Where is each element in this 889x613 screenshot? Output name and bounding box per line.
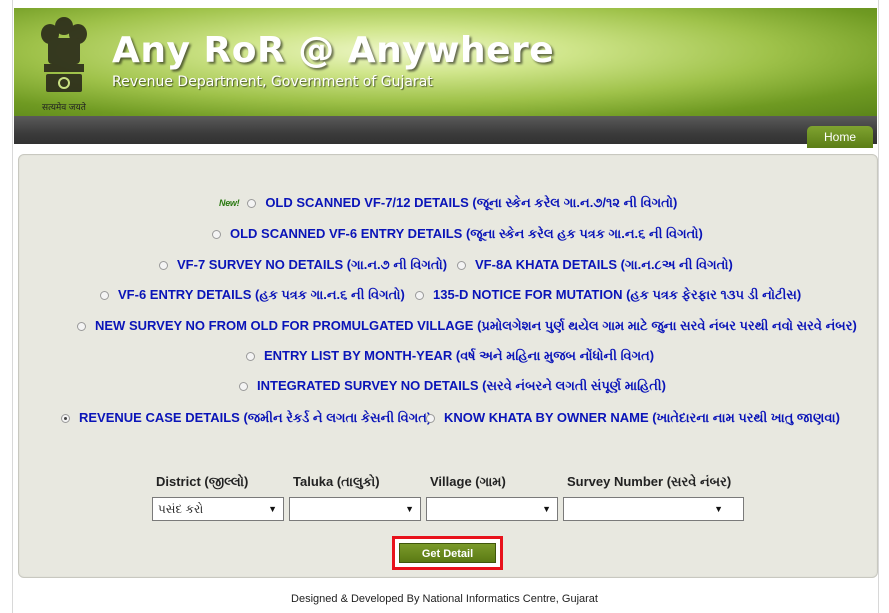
radio-khata-by-owner[interactable] <box>426 413 435 423</box>
option-old-scanned-vf6[interactable]: OLD SCANNED VF-6 ENTRY DETAILS (જૂના સ્ક… <box>212 226 703 242</box>
option-label[interactable]: REVENUE CASE DETAILS (જમીન રેકર્ડ ને લગત… <box>79 410 431 426</box>
taluka-label: Taluka (તાલુકો) <box>293 474 380 489</box>
option-135d-notice[interactable]: 135-D NOTICE FOR MUTATION (હક પત્રક ફેરફ… <box>415 287 801 303</box>
radio-new-survey-promulgated[interactable] <box>77 321 86 331</box>
get-detail-button[interactable]: Get Detail <box>399 543 496 563</box>
option-new-survey-promulgated[interactable]: NEW SURVEY NO FROM OLD FOR PROMULGATED V… <box>77 318 857 334</box>
footer-credit: Designed & Developed By National Informa… <box>291 593 598 605</box>
home-tab[interactable]: Home <box>807 126 873 148</box>
radio-vf6-entry[interactable] <box>100 290 109 300</box>
emblem-motto: सत्यमेव जयते <box>42 102 86 112</box>
radio-old-scanned-vf712[interactable] <box>247 198 257 208</box>
radio-integrated-survey[interactable] <box>239 381 248 391</box>
option-old-scanned-vf712[interactable]: New! OLD SCANNED VF-7/12 DETAILS (જૂના સ… <box>219 195 677 211</box>
option-label[interactable]: VF-8A KHATA DETAILS (ગા.ન.૮અ ની વિગતો) <box>475 257 733 273</box>
chevron-down-icon: ▼ <box>268 504 277 514</box>
nav-bar: Home <box>14 116 877 148</box>
taluka-select[interactable]: ▼ <box>289 497 421 521</box>
option-label[interactable]: KNOW KHATA BY OWNER NAME (ખાતેદારના નામ … <box>444 410 840 426</box>
chevron-down-icon: ▼ <box>542 504 551 514</box>
radio-vf7-survey[interactable] <box>159 260 168 270</box>
radio-entry-list-month-year[interactable] <box>246 351 255 361</box>
option-vf6-entry[interactable]: VF-6 ENTRY DETAILS (હક પત્રક ગા.ન.૬ ની વ… <box>100 287 405 303</box>
chevron-down-icon: ▼ <box>714 504 723 514</box>
radio-135d-notice[interactable] <box>415 290 424 300</box>
radio-revenue-case[interactable] <box>61 413 70 423</box>
option-label[interactable]: NEW SURVEY NO FROM OLD FOR PROMULGATED V… <box>95 318 857 334</box>
option-entry-list-month-year[interactable]: ENTRY LIST BY MONTH-YEAR (વર્ષ અને મહિના… <box>246 348 654 364</box>
option-label[interactable]: OLD SCANNED VF-6 ENTRY DETAILS (જૂના સ્ક… <box>230 226 703 242</box>
option-label[interactable]: 135-D NOTICE FOR MUTATION (હક પત્રક ફેરફ… <box>433 287 801 303</box>
nav-stripe <box>14 144 877 148</box>
district-label: District (જીલ્લો) <box>156 474 249 489</box>
option-integrated-survey[interactable]: INTEGRATED SURVEY NO DETAILS (સરવે નંબરન… <box>239 378 666 394</box>
survey-number-label: Survey Number (સરવે નંબર) <box>567 474 732 489</box>
radio-vf8a-khata[interactable] <box>457 260 466 270</box>
village-select[interactable]: ▼ <box>426 497 558 521</box>
app-subtitle: Revenue Department, Government of Gujara… <box>112 74 433 90</box>
option-vf7-survey[interactable]: VF-7 SURVEY NO DETAILS (ગા.ન.૭ ની વિગતો) <box>159 257 447 273</box>
option-label[interactable]: OLD SCANNED VF-7/12 DETAILS (જૂના સ્કેન … <box>265 195 677 211</box>
option-label[interactable]: ENTRY LIST BY MONTH-YEAR (વર્ષ અને મહિના… <box>264 348 654 364</box>
option-label[interactable]: INTEGRATED SURVEY NO DETAILS (સરવે નંબરન… <box>257 378 666 394</box>
district-select-value: પસંદ કરો <box>158 502 204 516</box>
option-khata-by-owner[interactable]: KNOW KHATA BY OWNER NAME (ખાતેદારના નામ … <box>426 410 840 426</box>
option-label[interactable]: VF-6 ENTRY DETAILS (હક પત્રક ગા.ન.૬ ની વ… <box>118 287 405 303</box>
chevron-down-icon: ▼ <box>405 504 414 514</box>
highlight-box: Get Detail <box>392 536 503 570</box>
option-revenue-case[interactable]: REVENUE CASE DETAILS (જમીન રેકર્ડ ને લગત… <box>61 410 431 426</box>
village-label: Village (ગામ) <box>430 474 506 489</box>
option-vf8a-khata[interactable]: VF-8A KHATA DETAILS (ગા.ન.૮અ ની વિગતો) <box>457 257 733 273</box>
district-select[interactable]: પસંદ કરો ▼ <box>152 497 284 521</box>
new-badge: New! <box>219 198 240 208</box>
app-title: Any RoR @ Anywhere <box>112 30 555 71</box>
radio-old-scanned-vf6[interactable] <box>212 229 221 239</box>
survey-number-select[interactable]: ▼ <box>563 497 744 521</box>
option-label[interactable]: VF-7 SURVEY NO DETAILS (ગા.ન.૭ ની વિગતો) <box>177 257 447 273</box>
header-banner: Any RoR @ Anywhere Revenue Department, G… <box>14 8 877 116</box>
